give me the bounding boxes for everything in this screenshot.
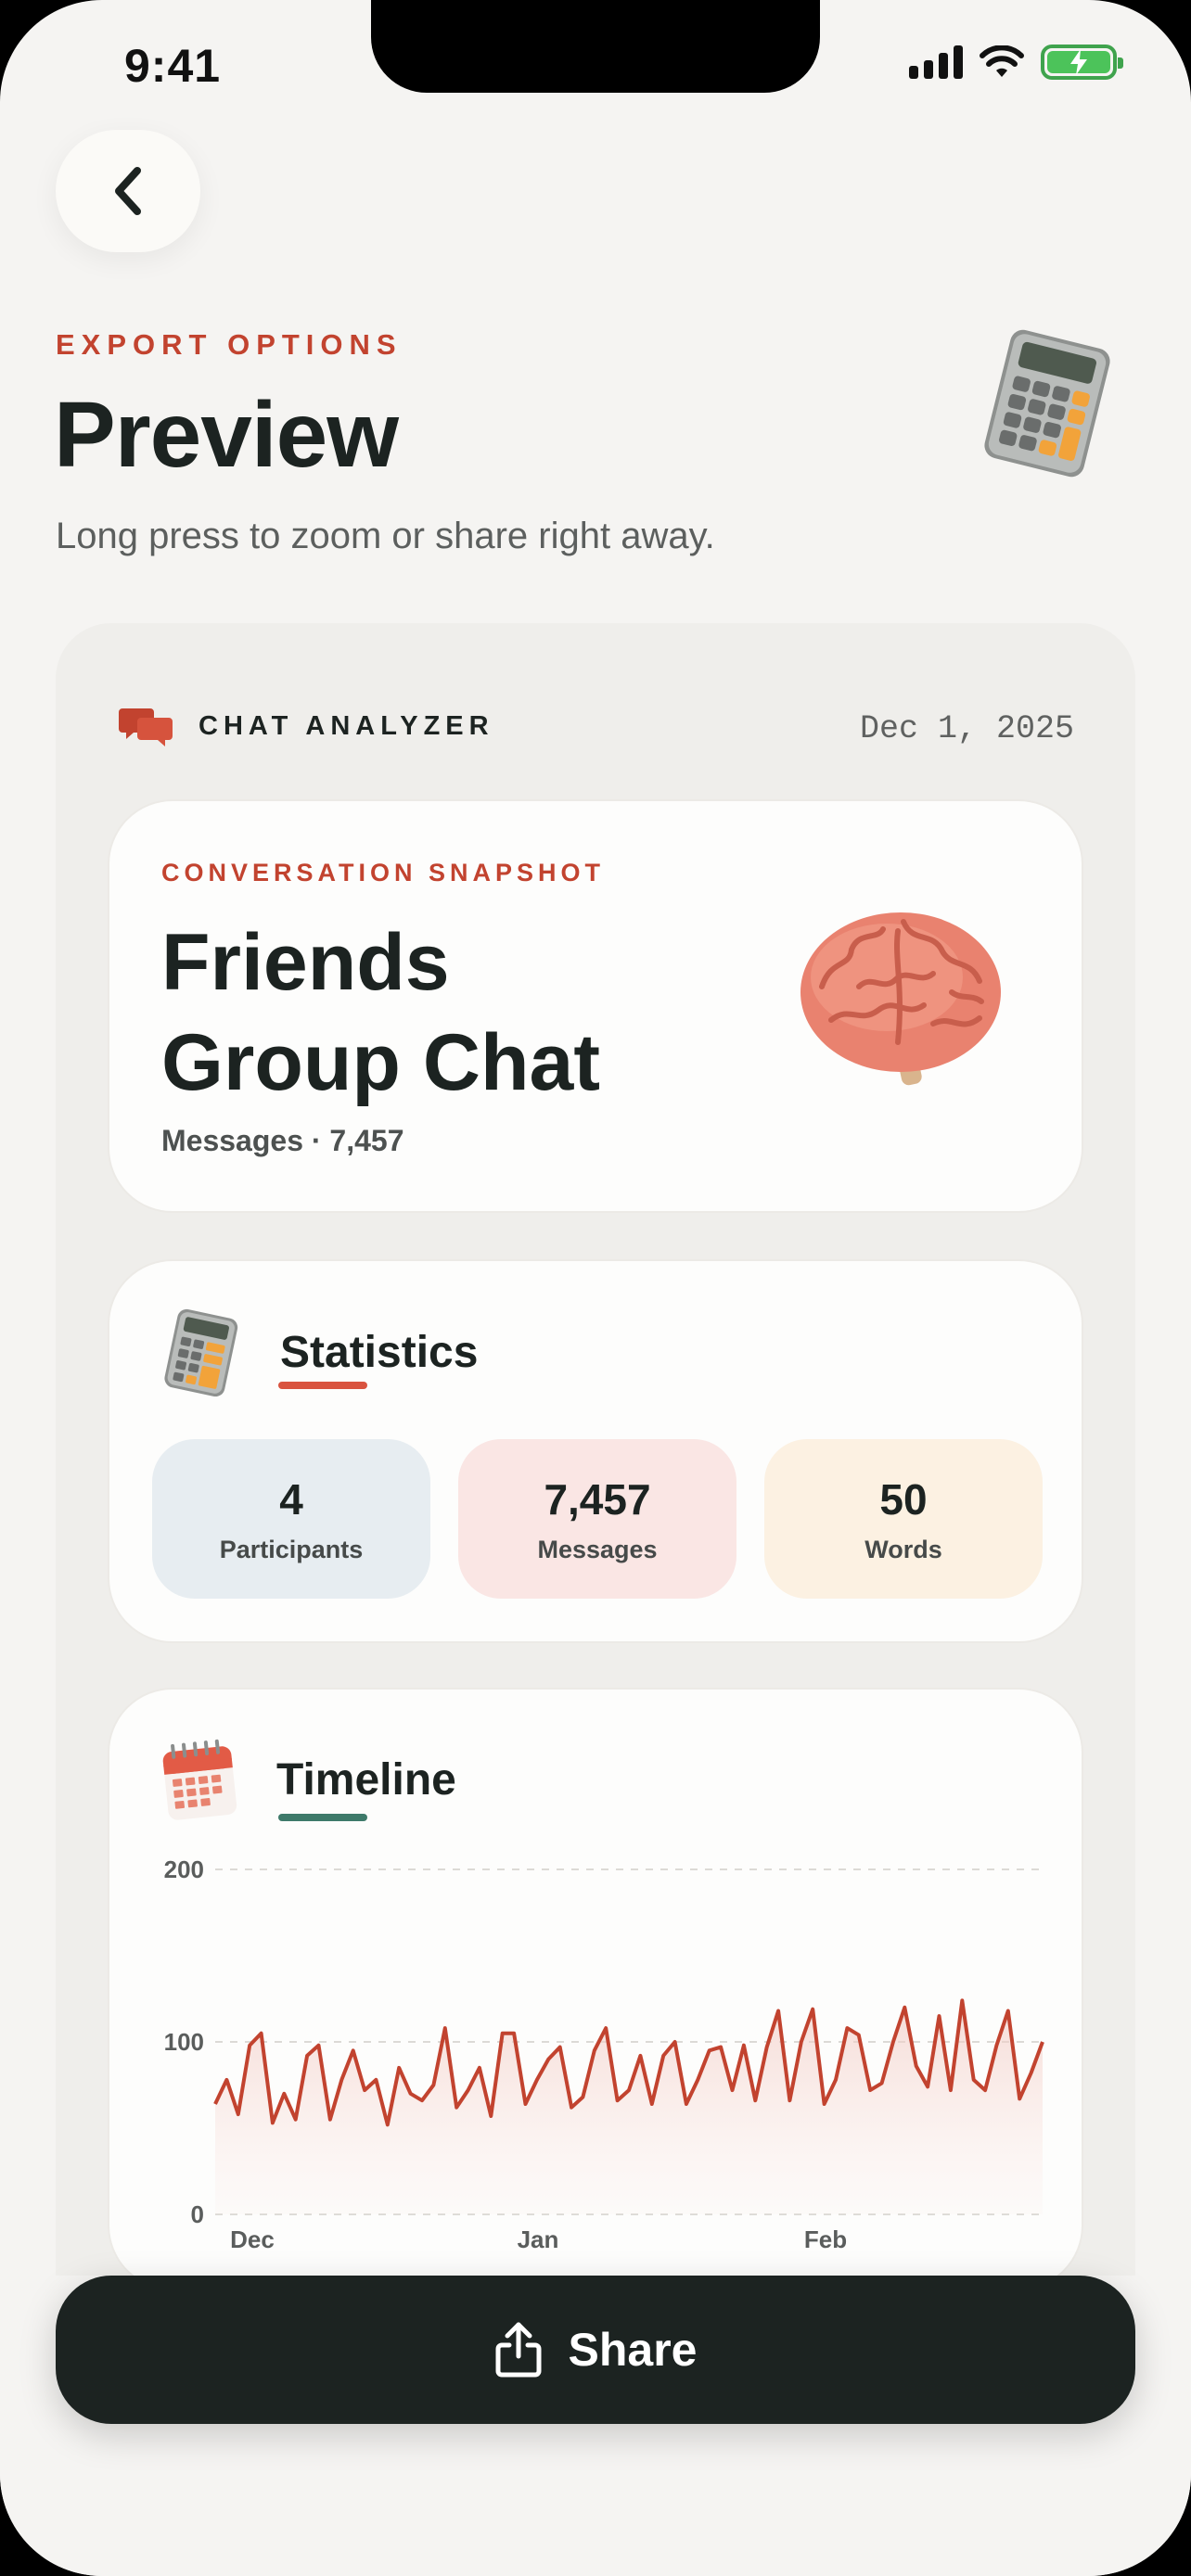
stat-value: 50 — [879, 1474, 928, 1524]
statistics-title: Statistics — [280, 1327, 479, 1377]
x-tick-label: Feb — [804, 2225, 847, 2253]
back-button[interactable] — [56, 130, 200, 252]
x-tick-label: Dec — [230, 2225, 275, 2253]
share-label: Share — [568, 2324, 698, 2376]
status-icons — [909, 45, 1123, 80]
y-tick-label: 100 — [164, 2028, 204, 2056]
stat-value: 4 — [279, 1474, 303, 1524]
phone-screen: 9:41 EXPORT OPTIONS Preview Long press t… — [0, 0, 1191, 2576]
export-date: Dec 1, 2025 — [859, 710, 1074, 747]
notch — [371, 0, 820, 93]
chat-title-line1: Friends — [161, 918, 450, 1007]
chevron-left-icon — [115, 167, 141, 215]
stat-words: 50 Words — [764, 1439, 1043, 1599]
chat-title: Friends Group Chat — [161, 912, 600, 1113]
y-tick-label: 200 — [164, 1855, 204, 1883]
section-eyebrow: EXPORT OPTIONS — [56, 328, 403, 361]
brand-name: CHAT ANALYZER — [198, 710, 494, 741]
brain-icon — [800, 912, 1001, 1086]
y-tick-label: 0 — [191, 2200, 204, 2228]
calculator-icon — [984, 329, 1110, 478]
timeline-area-fill — [215, 2000, 1043, 2214]
stat-label: Words — [864, 1535, 942, 1563]
status-time: 9:41 — [124, 40, 222, 92]
battery-icon — [1041, 45, 1123, 80]
signal-icon — [909, 45, 963, 79]
chat-title-line2: Group Chat — [161, 1018, 600, 1107]
stat-messages: 7,457 Messages — [458, 1439, 736, 1599]
share-button[interactable]: Share — [56, 2276, 1135, 2424]
timeline-card: Timeline 200 100 0 Dec Jan Feb — [108, 1688, 1083, 2290]
page-subtitle: Long press to zoom or share right away. — [56, 516, 715, 556]
snapshot-meta: Messages · 7,457 — [161, 1124, 404, 1157]
snapshot-eyebrow: CONVERSATION SNAPSHOT — [161, 859, 606, 886]
chat-bubbles-icon — [119, 708, 173, 746]
wifi-icon — [980, 45, 1024, 77]
stat-label: Participants — [219, 1535, 364, 1563]
conversation-snapshot-card: CONVERSATION SNAPSHOT Friends Group Chat… — [108, 799, 1083, 1213]
statistics-card: Statistics 4 Participants 7,457 Messages… — [108, 1259, 1083, 1643]
x-tick-label: Jan — [518, 2225, 559, 2253]
page-title: Preview — [54, 383, 399, 487]
calculator-icon — [164, 1308, 238, 1396]
timeline-chart: 200 100 0 Dec Jan Feb — [164, 1855, 1044, 2253]
stat-label: Messages — [537, 1535, 658, 1563]
share-icon — [495, 2322, 542, 2378]
stat-value: 7,457 — [544, 1474, 651, 1524]
statistics-underline — [278, 1382, 367, 1389]
brand-row: CHAT ANALYZER — [119, 705, 494, 747]
stat-participants: 4 Participants — [152, 1439, 430, 1599]
